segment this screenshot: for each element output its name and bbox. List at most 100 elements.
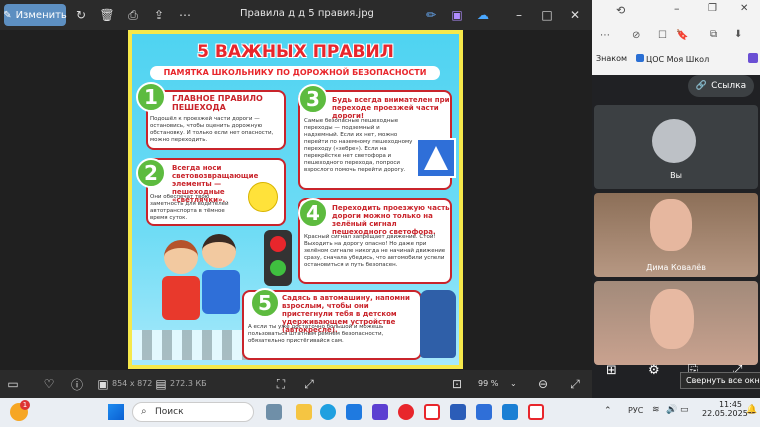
poster-image: 5 ВАЖНЫХ ПРАВИЛ ПАМЯТКА ШКОЛЬНИКУ ПО ДОР… <box>128 30 463 369</box>
poster-title: 5 ВАЖНЫХ ПРАВИЛ <box>197 42 394 62</box>
word-icon[interactable] <box>450 404 466 420</box>
grid-icon[interactable]: ⊞ <box>606 363 617 378</box>
fullscreen-icon[interactable]: ⤢ <box>300 375 318 393</box>
participant-name: Дима Ковалёв <box>646 263 706 272</box>
rotate-icon[interactable]: ↻ <box>72 6 90 24</box>
store-icon[interactable] <box>346 404 362 420</box>
window-title: Правила д д 5 правия.jpg <box>240 8 374 19</box>
extensions-icon[interactable]: ⧉ <box>710 29 717 40</box>
language-indicator[interactable]: РУС <box>628 406 643 415</box>
weather-icon[interactable]: 1 <box>10 400 30 421</box>
participant-face <box>650 199 692 251</box>
filmstrip-icon[interactable]: ▭ <box>4 375 22 393</box>
video-call-panel: 🔗 Ссылка Вы Дима Ковалёв ⊞ ⚙ ⎘ ⤢ Свернуть… <box>592 75 760 398</box>
opera-icon[interactable] <box>398 404 414 420</box>
participant-2-face <box>650 289 694 349</box>
yandex-icon[interactable] <box>528 404 544 420</box>
rule-3-head: Будь всегда внимателен при переходе прое… <box>332 96 450 120</box>
children-illustration <box>158 234 248 334</box>
tooltip: Свернуть все окна <box>680 372 760 389</box>
translate-icon[interactable]: ⊘ <box>632 30 640 41</box>
notification-badge: 1 <box>20 400 30 410</box>
traffic-light-icon <box>264 230 292 286</box>
self-name: Вы <box>670 171 682 180</box>
draw-icon[interactable]: ✏ <box>422 6 440 24</box>
browser-history-icon[interactable]: ⟲ <box>616 4 625 17</box>
extension-icon[interactable] <box>748 53 758 63</box>
fit-screen-icon[interactable]: ⛶ <box>272 375 290 393</box>
notifications-icon[interactable]: 🔔 <box>746 405 757 415</box>
favorite-icon[interactable]: ♡ <box>40 375 58 393</box>
rule-5-text: А если ты уже достаточно большой и можеш… <box>248 324 384 344</box>
windows-start-icon[interactable] <box>108 404 124 420</box>
tsos-icon <box>636 54 644 62</box>
zoom-out-icon[interactable]: ⊖ <box>534 375 552 393</box>
browser-close-icon[interactable]: ✕ <box>740 3 748 14</box>
rule-5-number: 5 <box>250 288 280 318</box>
task-view-icon[interactable] <box>266 404 282 420</box>
photos-icon[interactable] <box>502 404 518 420</box>
avatar <box>652 119 696 163</box>
file-explorer-icon[interactable] <box>296 404 312 420</box>
minimize-icon[interactable]: – <box>510 6 528 24</box>
zoom-dropdown-chevron-icon[interactable]: ⌄ <box>510 379 517 388</box>
poster-subtitle: ПАМЯТКА ШКОЛЬНИКУ ПО ДОРОЖНОЙ БЕЗОПАСНОС… <box>150 66 440 80</box>
image-canvas: 5 ВАЖНЫХ ПРАВИЛ ПАМЯТКА ШКОЛЬНИКУ ПО ДОР… <box>0 30 592 370</box>
viewer-titlebar: ✎ Изменить ↻ 🗑 ⎙ ⇪ ⋯ Правила д д 5 прави… <box>0 0 592 30</box>
bookmark-tsos[interactable]: ЦОС Моя Школ <box>636 54 709 64</box>
bookmark-znakom[interactable]: Знаком <box>596 54 627 63</box>
address-bar-icon[interactable]: ⋯ <box>600 30 610 41</box>
onedrive-icon[interactable]: ☁ <box>474 6 492 24</box>
battery-icon[interactable]: ▭ <box>680 405 689 415</box>
print-icon[interactable]: ⎙ <box>124 6 142 24</box>
tile-participant[interactable]: Дима Ковалёв <box>594 193 758 277</box>
edit-button[interactable]: ✎ Изменить <box>3 4 67 26</box>
link-icon: 🔗 <box>695 81 708 91</box>
bookmark-add-icon[interactable]: 🔖 <box>676 30 688 41</box>
crosswalk-sign-icon <box>416 138 456 178</box>
file-size-icon: ▤ <box>155 377 167 391</box>
zoom-level[interactable]: 99 % <box>478 379 498 388</box>
clipchamp-icon[interactable]: ▣ <box>448 6 466 24</box>
browser-chrome: ⟲ – ❐ ✕ ⋯ ⊘ ☐ 🔖 ⧉ ⬇ Знаком ЦОС Моя Школ <box>592 0 760 75</box>
delete-icon[interactable]: 🗑 <box>98 6 116 24</box>
more-icon[interactable]: ⋯ <box>176 6 194 24</box>
yandex-browser-icon[interactable] <box>424 404 440 420</box>
share-icon[interactable]: ⇪ <box>150 6 168 24</box>
tile-participant-2[interactable] <box>594 281 758 365</box>
taskbar: 1 ⌕ Поиск ⌃ РУС ≋ 🔊 ▭ 11:45 22.05.2025 🔔 <box>0 398 760 427</box>
wifi-icon[interactable]: ≋ <box>652 405 660 415</box>
rule-3-number: 3 <box>298 84 328 114</box>
search-icon: ⌕ <box>141 406 147 417</box>
download-icon[interactable]: ⬇ <box>734 29 742 40</box>
clock[interactable]: 11:45 22.05.2025 <box>702 400 748 418</box>
rule-1-number: 1 <box>136 82 166 112</box>
info-icon[interactable]: ⓘ <box>68 375 86 393</box>
tray-chevron-icon[interactable]: ⌃ <box>604 406 612 416</box>
image-dimensions: 854 x 872 <box>112 379 153 388</box>
viewer-statusbar: ▭ ♡ ⓘ ▣ 854 x 872 ▤ 272.3 КБ ⛶ ⤢ ⊡ 99 % … <box>0 370 592 398</box>
rule-1-text: Подошёл к проезжей части дороги — остано… <box>150 116 274 143</box>
close-icon[interactable]: ✕ <box>566 6 584 24</box>
edge-icon[interactable] <box>320 404 336 420</box>
taskbar-search[interactable]: ⌕ Поиск <box>132 402 254 422</box>
browser-window: ⟲ – ❐ ✕ ⋯ ⊘ ☐ 🔖 ⧉ ⬇ Знаком ЦОС Моя Школ … <box>592 0 760 398</box>
rule-2-text: Они обеспечат твою заметность для водите… <box>150 194 229 221</box>
smiley-icon <box>248 182 278 212</box>
expand-icon[interactable]: ⤢ <box>566 375 584 393</box>
app-icon[interactable] <box>476 404 492 420</box>
visual-studio-icon[interactable] <box>372 404 388 420</box>
image-size-icon: ▣ <box>97 377 109 391</box>
settings-icon[interactable]: ⚙ <box>648 363 660 378</box>
bookmark-icon[interactable]: ☐ <box>658 30 667 41</box>
browser-maximize-icon[interactable]: ❐ <box>708 3 717 14</box>
volume-icon[interactable]: 🔊 <box>666 405 677 415</box>
maximize-icon[interactable]: □ <box>538 6 556 24</box>
rule-4-head: Переходить проезжую часть дороги можно т… <box>332 204 450 236</box>
rule-3-text: Самые безопасные пешеходные переходы — п… <box>304 118 413 173</box>
tile-self[interactable]: Вы <box>594 105 758 189</box>
actual-size-icon[interactable]: ⊡ <box>448 375 466 393</box>
rule-4-text: Красный сигнал запрещает движение. Стой!… <box>304 234 446 268</box>
link-button[interactable]: 🔗 Ссылка <box>688 75 754 97</box>
browser-minimize-icon[interactable]: – <box>674 2 680 15</box>
